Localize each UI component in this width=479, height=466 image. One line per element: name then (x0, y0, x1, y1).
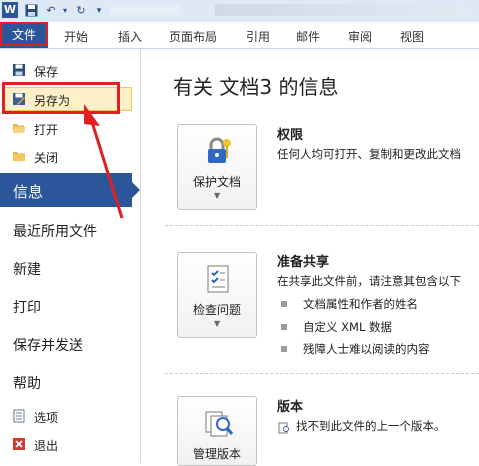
lock-key-icon (202, 135, 234, 167)
button-label: 检查问题 (192, 303, 241, 317)
bullet-icon (281, 301, 287, 307)
share-bullet: 残障人士难以阅读的内容 (303, 342, 430, 356)
permissions-heading: 权限 (277, 128, 304, 143)
section-divider (165, 373, 479, 375)
manage-versions-button[interactable]: 管理版本 (177, 396, 257, 466)
dropdown-icon: ▼ (214, 191, 221, 200)
button-label: 管理版本 (192, 447, 241, 461)
inspect-document-icon (202, 263, 234, 295)
share-bullet: 自定义 XML 数据 (303, 320, 393, 334)
versions-text: 找不到此文件的上一个版本。 (296, 419, 446, 433)
bullet-icon (281, 324, 287, 330)
page-title: 有关 文档3 的信息 (173, 75, 339, 99)
dropdown-icon: ▼ (214, 319, 221, 328)
section-divider (165, 225, 479, 227)
share-text: 在共享此文件前，请注意其包含以下 (277, 274, 461, 288)
manage-versions-icon (202, 407, 234, 439)
check-issues-button[interactable]: 检查问题 ▼ (177, 252, 257, 338)
permissions-text: 任何人均可打开、复制和更改此文档 (277, 147, 461, 161)
protect-document-button[interactable]: 保护文档 ▼ (177, 124, 257, 210)
bullet-icon (281, 346, 287, 352)
share-bullet: 文档属性和作者的姓名 (303, 297, 418, 311)
versions-heading: 版本 (277, 400, 304, 415)
info-pane: 有关 文档3 的信息 保护文档 ▼ 权限 任何人均可打开、复制和更改此文档 检查… (141, 49, 479, 466)
share-heading: 准备共享 (277, 255, 330, 270)
button-label: 保护文档 (192, 175, 241, 189)
version-doc-icon (278, 419, 290, 438)
